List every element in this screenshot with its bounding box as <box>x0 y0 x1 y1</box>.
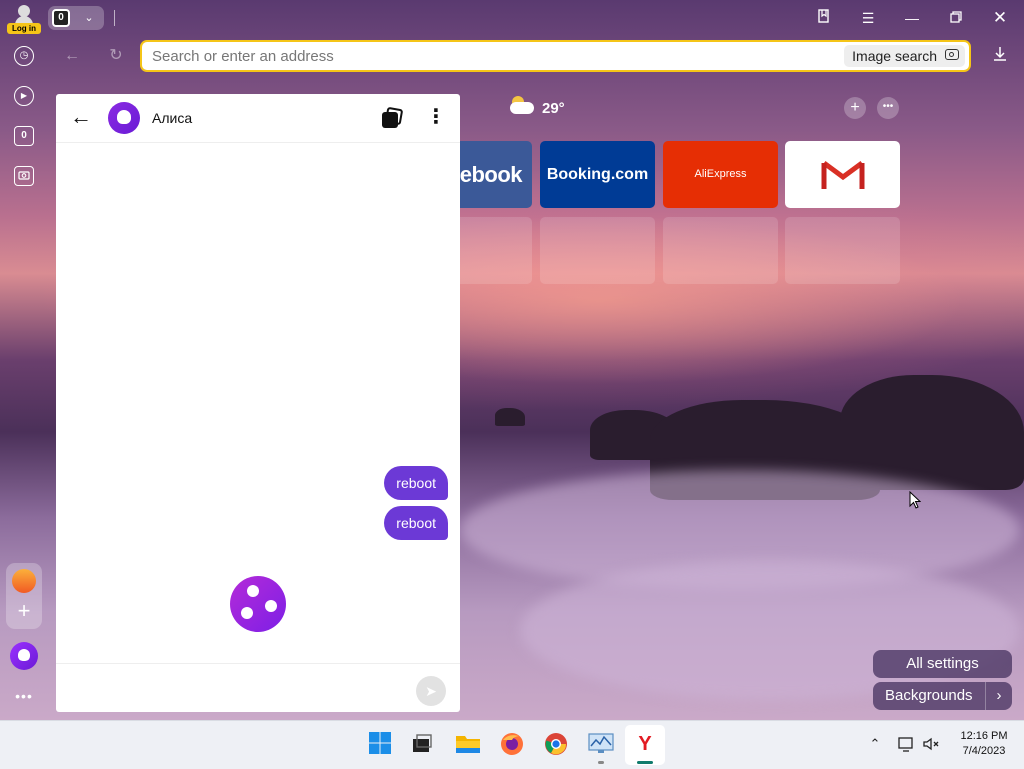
send-icon[interactable]: ➤ <box>416 676 446 706</box>
tile-label: Booking.com <box>546 166 649 183</box>
background-cloud <box>520 560 1020 700</box>
bookmarks-icon[interactable] <box>814 8 834 28</box>
file-explorer-icon[interactable] <box>455 731 481 757</box>
weather-temperature: 29° <box>542 100 565 117</box>
chevron-down-icon[interactable]: ⌄ <box>78 9 100 27</box>
cards-icon[interactable] <box>382 106 404 128</box>
close-icon[interactable]: ✕ <box>990 8 1010 28</box>
yandex-icon: Y <box>638 733 652 755</box>
chevron-right-icon[interactable]: › <box>985 682 1012 710</box>
sidebar-tab-count[interactable]: 0 <box>14 126 34 146</box>
restore-icon[interactable] <box>946 8 966 28</box>
play-icon[interactable]: ▶ <box>14 86 34 106</box>
user-message: reboot <box>384 466 448 500</box>
chrome-icon[interactable] <box>543 731 569 757</box>
tile-facebook[interactable]: ebook <box>460 141 532 208</box>
screenshot-camera-icon[interactable] <box>14 166 34 186</box>
tile-empty[interactable] <box>663 217 778 284</box>
minimize-icon[interactable]: — <box>902 8 922 28</box>
monitor-app-icon[interactable] <box>588 731 614 764</box>
menu-icon[interactable]: ☰ <box>858 8 878 28</box>
more-options-icon[interactable]: ⋮ <box>426 107 446 128</box>
clock-date: 7/4/2023 <box>962 745 1006 757</box>
browser-title-bar: Log in 0 ⌄ ☰ — ✕ <box>0 0 1024 36</box>
download-icon[interactable] <box>990 46 1010 66</box>
alice-input-area[interactable]: ➤ <box>56 663 460 712</box>
login-button[interactable]: Log in <box>6 3 42 34</box>
yandex-browser-taskbar-button[interactable]: Y <box>625 725 665 765</box>
alice-logo-icon <box>108 102 140 134</box>
system-clock[interactable]: 12:16 PM 7/4/2023 <box>952 729 1016 759</box>
backgrounds-button[interactable]: Backgrounds › <box>873 682 1012 710</box>
tab-count-badge: 0 <box>52 9 70 27</box>
more-icon[interactable]: ••• <box>12 686 36 706</box>
add-icon[interactable]: + <box>12 599 36 623</box>
more-icon[interactable]: ••• <box>877 97 899 119</box>
chevron-up-icon[interactable]: ⌃ <box>866 735 884 753</box>
history-icon[interactable]: ◷ <box>14 46 34 66</box>
weather-cloud-icon <box>510 102 534 114</box>
app-running-indicator <box>598 761 604 764</box>
tile-label: AliExpress <box>694 168 747 180</box>
reload-icon[interactable]: ↻ <box>106 46 126 66</box>
login-label: Log in <box>7 23 41 34</box>
mouse-cursor <box>909 490 922 514</box>
address-input[interactable]: Search or enter an address <box>152 48 334 65</box>
alice-name: Алиса <box>152 110 193 126</box>
tile-label: ebook <box>460 162 523 187</box>
add-tile-icon[interactable]: + <box>844 97 866 119</box>
network-icon[interactable] <box>897 735 915 753</box>
tile-empty[interactable] <box>540 217 655 284</box>
divider <box>114 10 115 26</box>
all-settings-button[interactable]: All settings <box>873 650 1012 678</box>
windows-taskbar: Y ⌃ 12:16 PM 7/4/2023 <box>0 720 1024 769</box>
alice-chat-panel: ← Алиса ⋮ reboot reboot ➤ <box>56 94 460 712</box>
task-view-icon[interactable] <box>410 731 436 757</box>
clock-time: 12:16 PM <box>960 730 1008 742</box>
tile-booking[interactable]: Booking.com <box>540 141 655 208</box>
background-mountain <box>840 375 1024 490</box>
back-arrow-icon[interactable]: ← <box>62 46 82 66</box>
windows-start-icon[interactable] <box>368 731 394 757</box>
tile-gmail[interactable] <box>785 141 900 208</box>
tile-aliexpress[interactable]: AliExpress <box>663 141 778 208</box>
camera-icon <box>945 49 959 60</box>
gmail-icon <box>821 160 865 189</box>
alice-chat-header: ← Алиса ⋮ <box>56 94 460 143</box>
mail-icon[interactable] <box>12 569 36 593</box>
sidebar-app-group: + <box>6 563 42 629</box>
image-search-label: Image search <box>852 48 937 64</box>
alice-sidebar-icon[interactable] <box>10 642 38 670</box>
firefox-icon[interactable] <box>499 731 525 757</box>
tile-empty[interactable] <box>460 217 532 284</box>
tabs-button[interactable]: 0 ⌄ <box>48 6 104 30</box>
app-active-indicator <box>637 761 653 764</box>
backgrounds-label: Backgrounds <box>885 687 973 704</box>
image-search-button[interactable]: Image search <box>844 45 965 67</box>
user-message: reboot <box>384 506 448 540</box>
tile-empty[interactable] <box>785 217 900 284</box>
back-arrow-icon[interactable]: ← <box>70 106 94 130</box>
background-mountain <box>495 408 525 426</box>
address-bar[interactable]: Search or enter an address Image search <box>140 40 971 72</box>
volume-muted-icon[interactable] <box>922 735 940 753</box>
weather-widget[interactable]: 29° <box>508 94 572 124</box>
alice-assistant-icon[interactable] <box>230 576 286 632</box>
